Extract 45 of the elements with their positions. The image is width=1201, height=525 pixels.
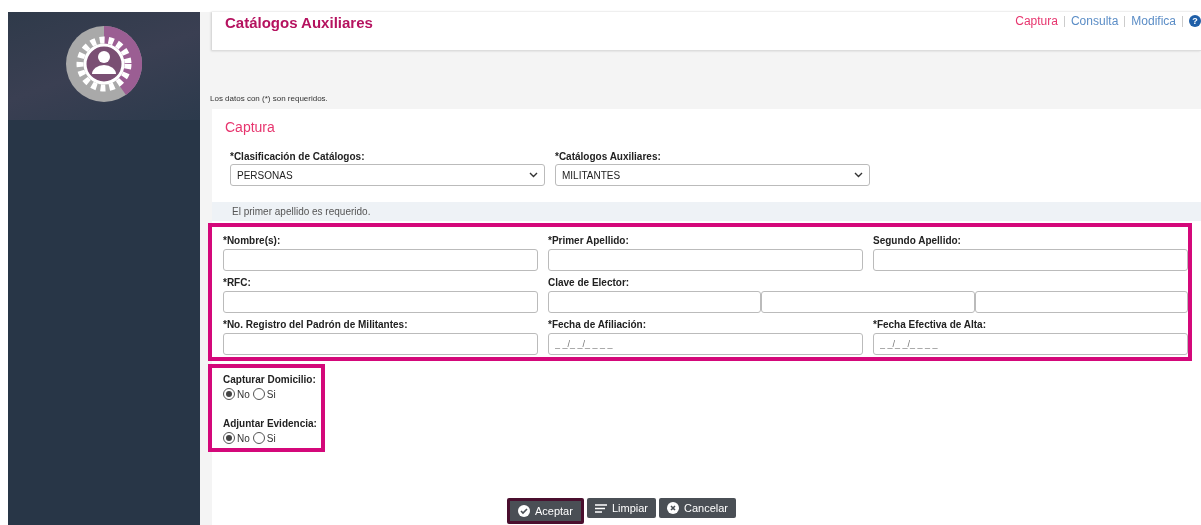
required-note: Los datos con (*) son requeridos. (210, 94, 329, 103)
section-title: Captura (225, 119, 276, 135)
field-label: Segundo Apellido: (873, 235, 962, 246)
close-icon (667, 502, 679, 514)
dropdown[interactable]: PERSONAS (230, 164, 545, 186)
radio-label: Si (266, 432, 276, 444)
input-field[interactable] (223, 249, 538, 271)
chevron-icon (529, 172, 538, 178)
lines-icon (594, 503, 607, 513)
check-icon (518, 505, 530, 517)
input-field[interactable] (974, 291, 1188, 313)
radio-label: No (237, 388, 250, 400)
field-label: *Fecha de Afiliación: (548, 319, 647, 330)
nav-link[interactable]: Consulta (1070, 14, 1119, 28)
field-label: *Catálogos Auxiliares: (555, 151, 662, 162)
radio-label: Si (266, 388, 276, 400)
page-title: Catálogos Auxiliares (225, 14, 373, 31)
field-label: Clave de Elector: (548, 277, 631, 288)
date-field[interactable]: _ _/_ _/_ _ _ _ (873, 333, 1188, 355)
field-label: *Clasificación de Catálogos: (230, 151, 366, 162)
input-field[interactable] (873, 249, 1188, 271)
field-label: *Nombre(s): (223, 235, 282, 246)
action-button[interactable]: Limpiar (586, 498, 656, 518)
help-icon[interactable]: ? (1189, 15, 1201, 27)
dropdown[interactable]: MILITANTES (555, 164, 870, 186)
field-label: Adjuntar Evidencia: (223, 418, 317, 429)
field-label: Capturar Domicilio: (223, 374, 317, 385)
input-field[interactable] (761, 291, 975, 313)
input-field[interactable] (223, 291, 538, 313)
input-field[interactable] (548, 249, 863, 271)
radio-label: No (237, 432, 250, 444)
action-button[interactable]: Aceptar (507, 498, 584, 524)
action-button[interactable]: Cancelar (659, 498, 736, 518)
nav-link[interactable]: Modifica (1131, 14, 1176, 28)
chevron-icon (854, 172, 863, 178)
input-field[interactable] (548, 291, 762, 313)
nav-link[interactable]: Captura (1015, 14, 1058, 28)
date-field[interactable]: _ _/_ _/_ _ _ _ (548, 333, 863, 355)
field-label: *RFC: (223, 277, 252, 288)
field-label: *No. Registro del Padrón de Militantes: (223, 319, 409, 330)
input-field[interactable] (223, 333, 538, 355)
alert-message: El primer apellido es requerido. (212, 202, 1201, 221)
field-label: *Primer Apellido: (548, 235, 630, 246)
field-label: *Fecha Efectiva de Alta: (873, 319, 987, 330)
user-gear-logo-icon (66, 26, 142, 102)
